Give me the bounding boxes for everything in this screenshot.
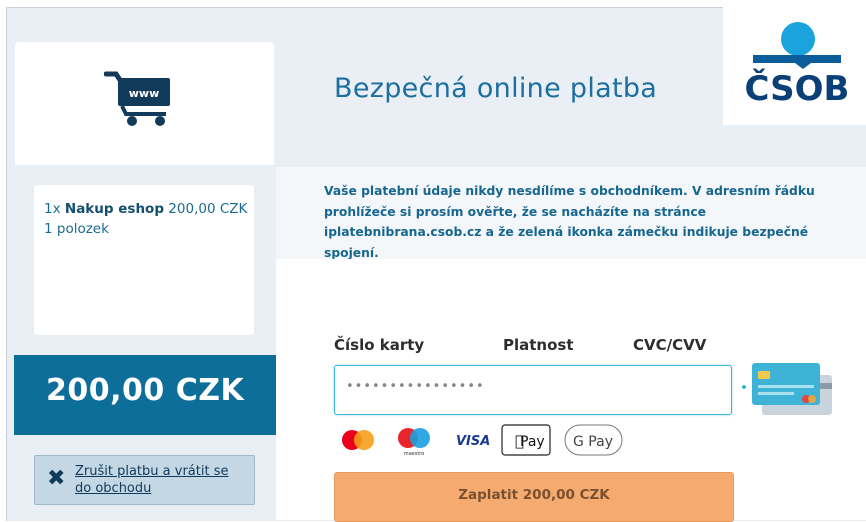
csob-logo-icon: ČSOB <box>745 22 850 109</box>
page-title: Bezpečná online platba <box>334 73 658 104</box>
google-pay-icon: G Pay <box>564 424 623 456</box>
logo-text: ČSOB <box>745 68 850 109</box>
order-item-line: 1x Nakup eshop 200,00 CZK <box>44 199 247 219</box>
cancel-payment-label[interactable]: Zrušit platbu a vrátit se do obchodu <box>75 463 245 497</box>
maestro-icon: maestro <box>398 428 430 457</box>
security-notice: Vaše platební údaje nikdy nesdílíme s ob… <box>276 167 866 260</box>
payment-methods: maestro VISA  Pay G Pay <box>342 424 623 457</box>
google-pay-text: G Pay <box>573 434 613 450</box>
item-price: 200,00 CZK <box>168 201 248 217</box>
csob-logo: ČSOB <box>723 7 866 125</box>
shopping-cart-icon: www <box>104 71 170 126</box>
maestro-text: maestro <box>404 451 425 457</box>
pay-button[interactable]: Zaplatit 200,00 CZK <box>334 472 734 522</box>
credit-card-icon <box>742 363 832 415</box>
cart-label: www <box>129 87 160 100</box>
apple-pay-icon:  Pay <box>501 424 551 456</box>
card-number-placeholder: •••••••••••••••• <box>346 379 485 394</box>
order-summary: 1x Nakup eshop 200,00 CZK 1 polozek <box>34 185 254 335</box>
pay-button-label: Zaplatit 200,00 CZK <box>458 487 610 503</box>
item-name: Nakup eshop <box>64 201 164 217</box>
card-number-label: Číslo karty <box>334 336 425 354</box>
card-number-input[interactable]: •••••••••••••••• <box>334 365 732 415</box>
cancel-payment-button[interactable]: ✖ Zrušit platbu a vrátit se do obchodu <box>34 455 255 505</box>
cvc-label: CVC/CVV <box>633 336 707 354</box>
visa-icon: VISA <box>456 434 490 449</box>
security-notice-text: Vaše platební údaje nikdy nesdílíme s ob… <box>324 184 815 260</box>
item-quantity: 1x <box>44 201 61 217</box>
mastercard-icon <box>342 430 374 450</box>
total-price: 200,00 CZK <box>46 373 245 408</box>
apple-pay-text: Pay <box>520 434 545 450</box>
close-icon: ✖ <box>47 466 66 491</box>
expiry-label: Platnost <box>503 336 574 354</box>
items-count: 1 polozek <box>44 221 109 237</box>
